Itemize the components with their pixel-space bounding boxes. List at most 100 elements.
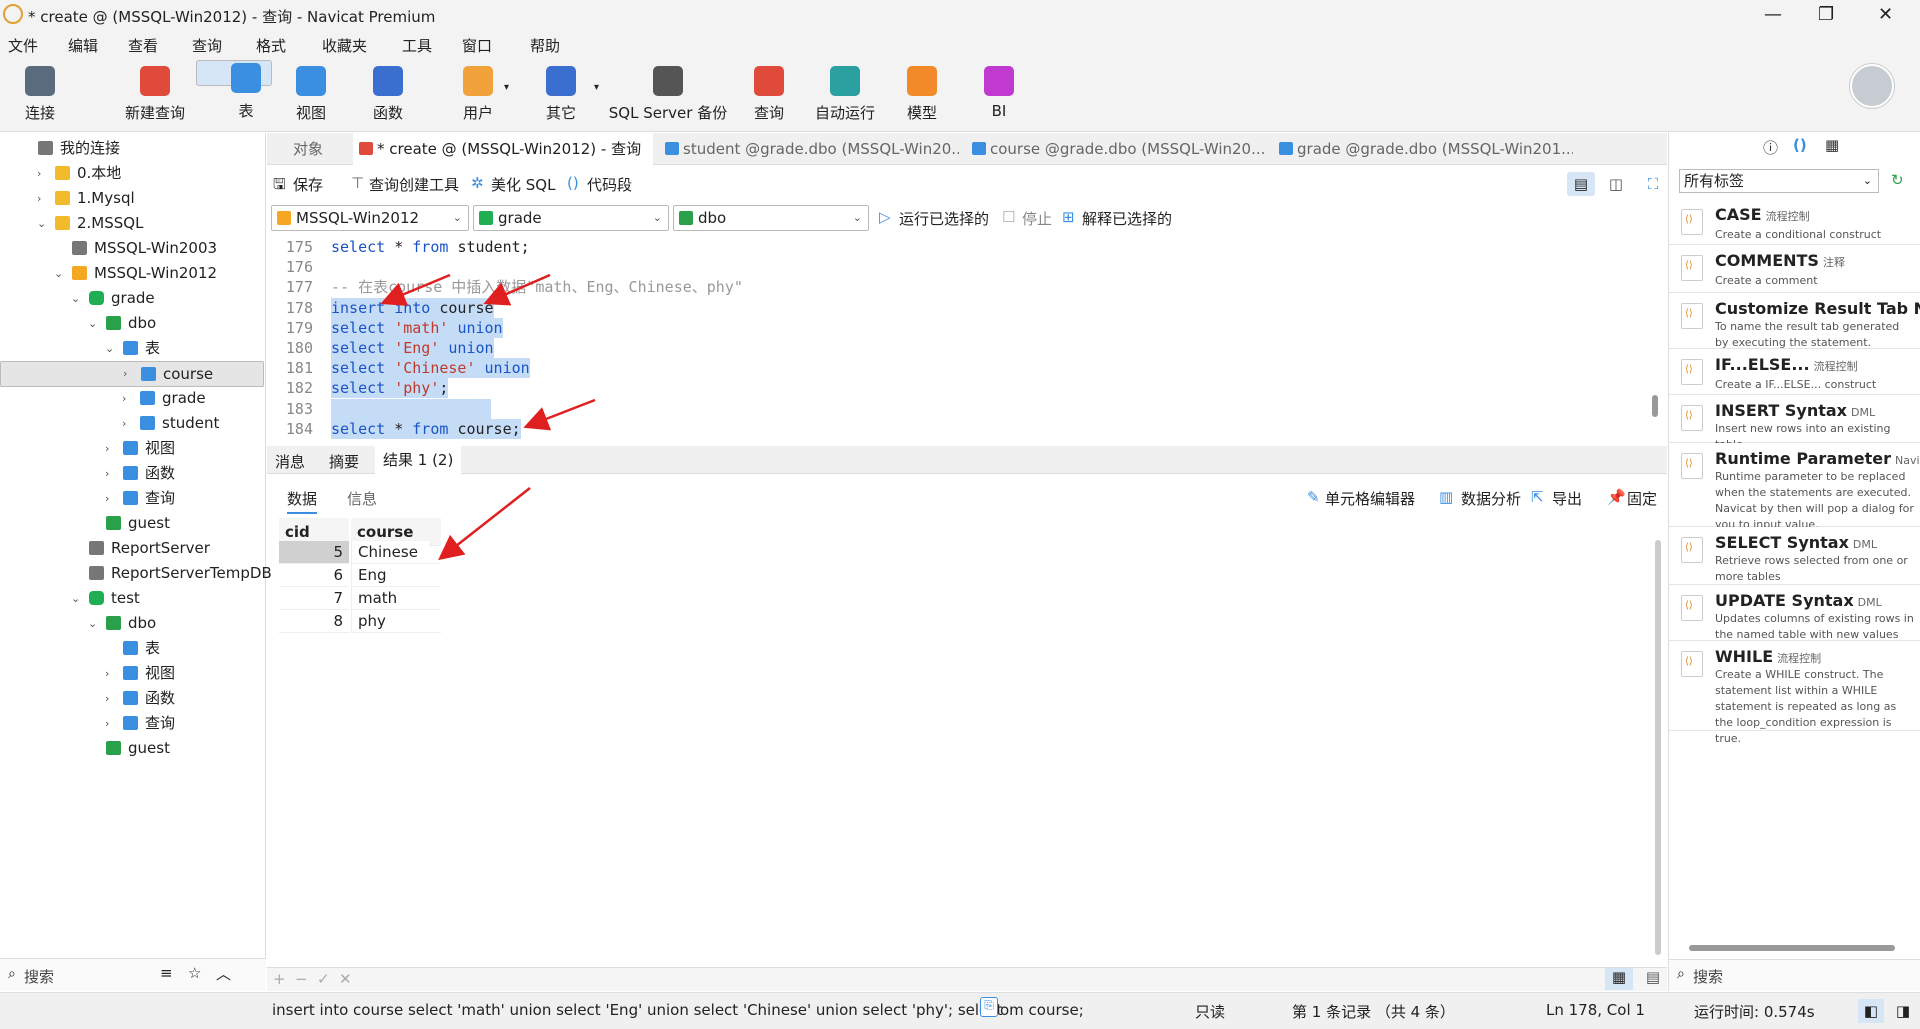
tree-item-grade[interactable]: ⌄ grade <box>0 286 264 311</box>
chevron-right-icon[interactable]: › <box>105 686 109 711</box>
menu-format[interactable]: 格式 <box>256 35 286 56</box>
dropdown-arrow-icon[interactable]: ▾ <box>594 82 599 93</box>
snippet-scrollbar[interactable] <box>1689 945 1895 951</box>
chevron-down-icon[interactable]: ⌄ <box>105 336 114 361</box>
info-icon[interactable]: ⓘ <box>1763 137 1778 158</box>
menu-favorites[interactable]: 收藏夹 <box>322 35 367 56</box>
dropdown-arrow-icon[interactable]: ▾ <box>504 82 509 93</box>
chevron-right-icon[interactable]: › <box>123 362 127 386</box>
tree-item--[interactable]: 我的连接 <box>0 136 264 161</box>
chevron-right-icon[interactable]: › <box>105 461 109 486</box>
database-select[interactable]: grade ⌄ <box>473 205 669 231</box>
snippet-item[interactable]: UPDATE SyntaxDML Updates columns of exist… <box>1669 585 1920 641</box>
chevron-right-icon[interactable]: › <box>105 711 109 736</box>
chevron-down-icon[interactable]: ⌄ <box>71 286 80 311</box>
tree-item--[interactable]: › 函数 <box>0 461 264 486</box>
chevron-right-icon[interactable]: › <box>122 386 126 411</box>
close-button[interactable]: ✕ <box>1878 4 1893 25</box>
grid-scrollbar[interactable] <box>1655 540 1661 955</box>
table-row[interactable]: 8 phy <box>279 610 441 633</box>
connection-select[interactable]: MSSQL-Win2012 ⌄ <box>271 205 469 231</box>
filter-icon[interactable]: ≡ <box>160 964 173 982</box>
tree-item-2-mssql[interactable]: ⌄ 2.MSSQL <box>0 211 264 236</box>
menu-window[interactable]: 窗口 <box>462 35 492 56</box>
code-line[interactable] <box>331 398 491 419</box>
fullscreen-icon[interactable]: ⛶ <box>1639 172 1667 196</box>
snippet-item[interactable]: COMMENTS注释 Create a comment <box>1669 245 1920 293</box>
code-line[interactable]: select 'Chinese' union <box>331 358 530 379</box>
table-row[interactable]: 6 Eng <box>279 564 441 587</box>
query-builder-button[interactable]: 查询创建工具 <box>369 174 459 195</box>
chevron-down-icon[interactable]: ⌄ <box>37 211 46 236</box>
toolbar-function-button[interactable]: 函数 <box>354 64 422 128</box>
layout-vertical-icon[interactable]: ◫ <box>1602 172 1630 196</box>
tab-data[interactable]: 数据 <box>287 488 318 514</box>
delete-row-button[interactable]: − <box>295 970 308 988</box>
discard-button[interactable]: ✕ <box>339 970 352 988</box>
explain-selected-button[interactable]: 解释已选择的 <box>1082 208 1172 229</box>
tree-item--[interactable]: › 查询 <box>0 486 264 511</box>
menu-query[interactable]: 查询 <box>192 35 222 56</box>
chevron-down-icon[interactable]: ⌄ <box>88 611 97 636</box>
snippet-item[interactable]: Customize Result Tab Na To name the resul… <box>1669 293 1920 349</box>
snippet-item[interactable]: Runtime ParameterNavicat Runtime paramete… <box>1669 443 1920 531</box>
table-cell[interactable]: 6 <box>279 564 349 587</box>
cell-editor-button[interactable]: 单元格编辑器 <box>1325 488 1415 509</box>
toolbar-tools-button[interactable]: 其它 <box>528 64 594 128</box>
table-row[interactable]: 7 math <box>279 587 441 610</box>
apply-button[interactable]: ✓ <box>317 970 330 988</box>
tab-messages[interactable]: 消息 <box>275 451 305 472</box>
menu-help[interactable]: 帮助 <box>530 35 560 56</box>
toolbar-user-button[interactable]: 用户 <box>440 64 516 128</box>
snippet-item[interactable]: SELECT SyntaxDML Retrieve rows selected f… <box>1669 527 1920 585</box>
tab-create-query[interactable]: * create @ (MSSQL-Win2012) - 查询 <box>353 133 653 165</box>
code-snippet-icon[interactable]: () <box>1793 136 1807 154</box>
code-line[interactable]: -- 在表course 中插入数据"math、Eng、Chinese、phy" <box>331 277 743 297</box>
export-button[interactable]: 导出 <box>1552 488 1582 509</box>
tree-item-mssql-win2003[interactable]: MSSQL-Win2003 <box>0 236 264 261</box>
table-cell[interactable]: math <box>351 587 441 610</box>
run-selected-button[interactable]: 运行已选择的 <box>899 208 989 229</box>
chevron-down-icon[interactable]: ⌄ <box>88 311 97 336</box>
snippet-item[interactable]: WHILE流程控制 Create a WHILE construct. The s… <box>1669 641 1920 745</box>
tree-item-reportservertempdb[interactable]: ReportServerTempDB <box>0 561 272 586</box>
toolbar-connect-button[interactable]: 连接 <box>10 64 70 128</box>
schema-select[interactable]: dbo ⌄ <box>673 205 869 231</box>
toolbar-table-button[interactable]: 表 <box>196 60 272 120</box>
chevron-right-icon[interactable]: › <box>105 486 109 511</box>
table-cell[interactable]: Eng <box>351 564 441 587</box>
tab-summary[interactable]: 摘要 <box>329 451 359 472</box>
tab-result-1[interactable]: 结果 1 (2) <box>375 446 462 474</box>
form-view-icon[interactable]: ▤ <box>1639 968 1667 990</box>
tree-item-grade[interactable]: › grade <box>0 386 264 411</box>
tree-item-student[interactable]: › student <box>0 411 264 436</box>
tab-grade[interactable]: grade @grade.dbo (MSSQL-Win201... <box>1273 133 1573 165</box>
menu-edit[interactable]: 编辑 <box>68 35 98 56</box>
table-cell[interactable]: 8 <box>279 610 349 633</box>
chevron-down-icon[interactable]: ⌄ <box>54 261 63 286</box>
toolbar-query-button[interactable]: 查询 <box>738 64 800 128</box>
sql-editor[interactable]: 175 select * from student; 176 177 -- 在表cour… <box>267 237 1647 443</box>
chevron-right-icon[interactable]: › <box>105 436 109 461</box>
snippet-button[interactable]: 代码段 <box>587 174 632 195</box>
menu-view[interactable]: 查看 <box>128 35 158 56</box>
chevron-right-icon[interactable]: › <box>37 161 41 186</box>
code-line[interactable]: insert into course <box>331 297 494 318</box>
layout-grid-icon[interactable]: ▦ <box>1825 136 1839 154</box>
code-line[interactable]: select * from course; <box>331 418 521 439</box>
star-icon[interactable]: ☆ <box>188 964 201 982</box>
toolbar-backup-button[interactable]: SQL Server 备份 <box>606 64 730 128</box>
tree-item-0-[interactable]: › 0.本地 <box>0 161 264 186</box>
tree-item--[interactable]: 表 <box>0 636 264 661</box>
tree-item-reportserver[interactable]: ReportServer <box>0 536 264 561</box>
data-analysis-button[interactable]: 数据分析 <box>1461 488 1521 509</box>
table-cell[interactable]: 5 <box>279 541 349 564</box>
tree-item--[interactable]: › 函数 <box>0 686 264 711</box>
code-line[interactable]: select 'Eng' union <box>331 338 494 358</box>
toolbar-model-button[interactable]: 模型 <box>890 64 954 128</box>
collapse-icon[interactable]: ︿ <box>216 963 231 984</box>
user-avatar[interactable] <box>1850 64 1894 108</box>
toolbar-robot-button[interactable]: 自动运行 <box>810 64 880 128</box>
tab-student[interactable]: student @grade.dbo (MSSQL-Win20... <box>659 133 959 165</box>
minimize-button[interactable]: — <box>1764 4 1782 25</box>
